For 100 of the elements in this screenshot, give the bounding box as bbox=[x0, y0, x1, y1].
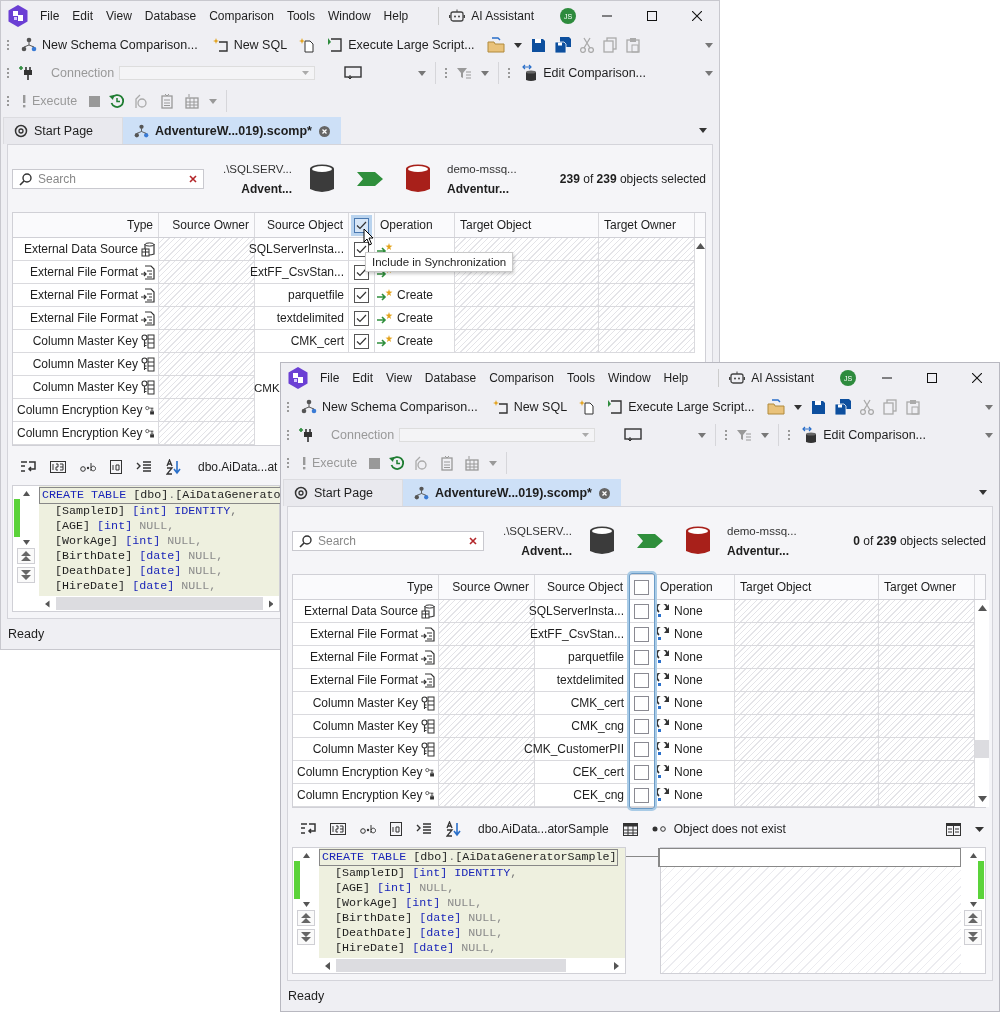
scroll-down-icon[interactable] bbox=[977, 796, 987, 803]
column-header[interactable]: Type bbox=[293, 575, 439, 600]
vertical-scrollbar[interactable] bbox=[975, 600, 989, 808]
menu-item[interactable]: Window bbox=[327, 9, 371, 23]
include-checkbox[interactable] bbox=[354, 310, 369, 326]
document-list-icon[interactable] bbox=[159, 93, 176, 109]
plug-icon[interactable] bbox=[18, 65, 34, 81]
whitespace-icon[interactable] bbox=[360, 823, 376, 836]
menu-item[interactable]: Window bbox=[607, 371, 651, 385]
search-box[interactable]: Search bbox=[12, 169, 204, 190]
menu-item[interactable]: Tools bbox=[286, 9, 315, 23]
select-all-checkbox[interactable] bbox=[354, 217, 369, 233]
search-field[interactable]: Search bbox=[318, 534, 463, 549]
menu-item[interactable]: Tools bbox=[566, 371, 595, 385]
column-header[interactable]: Target Object bbox=[455, 213, 599, 238]
column-header[interactable]: Type bbox=[13, 213, 159, 238]
toolbar-grip[interactable] bbox=[788, 429, 791, 441]
scroll-thumb[interactable] bbox=[55, 597, 263, 610]
scroll-thumb[interactable] bbox=[336, 959, 566, 972]
overflow-caret-icon[interactable] bbox=[705, 42, 713, 48]
filter-icon[interactable] bbox=[736, 428, 753, 442]
source-code-pane[interactable]: CREATE TABLE [dbo].[AiDataGenerato [SampleID] [int] IDENTITY, [AGE] [int] NULL, [WorkAge] [int] NULL, [BirthDate] [date] NULL, [DeathDate] [date] NULL, [HireDate] [date] NULL, bbox=[12, 485, 280, 612]
scroll-left-icon[interactable] bbox=[45, 599, 50, 608]
next-difference-icon[interactable] bbox=[964, 929, 982, 945]
column-header[interactable]: Target Owner bbox=[879, 575, 975, 600]
indent-icon[interactable] bbox=[416, 822, 432, 837]
include-checkbox[interactable] bbox=[354, 333, 369, 349]
menu-item[interactable]: Database bbox=[144, 9, 197, 23]
scroll-up-icon[interactable] bbox=[302, 853, 310, 858]
new-sql-button[interactable]: New SQL bbox=[209, 35, 291, 55]
column-header[interactable]: Source Object bbox=[255, 213, 349, 238]
stop-icon[interactable] bbox=[89, 95, 101, 107]
stop-icon[interactable] bbox=[369, 457, 381, 469]
clear-icon[interactable] bbox=[189, 175, 197, 184]
column-header[interactable]: Operation bbox=[375, 213, 455, 238]
column-header[interactable]: Operation bbox=[655, 575, 735, 600]
sort-icon[interactable] bbox=[166, 459, 182, 476]
toolbar-grip[interactable] bbox=[508, 67, 511, 79]
ai-assistant-button[interactable]: AI Assistant bbox=[727, 369, 816, 387]
new-sql-button[interactable]: New SQL bbox=[489, 397, 571, 417]
menu-item[interactable]: Edit bbox=[72, 9, 94, 23]
source-code-pane[interactable]: CREATE TABLE [dbo].[AiDataGeneratorSample] [SampleID] [int] IDENTITY, [AGE] [int] NULL, [WorkAge] [int] NULL, [BirthDate] [date] NULL, [DeathDate] [date] NULL, [HireDate] [date] NULL, bbox=[292, 847, 626, 974]
scroll-down-icon[interactable] bbox=[969, 902, 977, 907]
tab-list-caret-icon[interactable] bbox=[979, 490, 987, 495]
close-tab-icon[interactable] bbox=[599, 487, 610, 499]
document-tab[interactable]: AdventureW...019).scomp* bbox=[123, 117, 341, 144]
save-icon[interactable] bbox=[810, 399, 826, 415]
ai-assistant-button[interactable]: AI Assistant bbox=[447, 7, 536, 25]
new-schema-comparison-button[interactable]: New Schema Comparison... bbox=[18, 35, 201, 55]
scroll-up-icon[interactable] bbox=[22, 491, 30, 496]
scroll-right-icon[interactable] bbox=[268, 599, 273, 608]
document-tab[interactable]: Start Page bbox=[3, 117, 123, 144]
menu-item[interactable]: Help bbox=[663, 371, 689, 385]
edit-comparison-button[interactable]: Edit Comparison... bbox=[799, 424, 930, 446]
whitespace-icon[interactable] bbox=[80, 461, 96, 474]
include-checkbox[interactable] bbox=[634, 695, 649, 711]
include-checkbox[interactable] bbox=[634, 649, 649, 665]
save-all-icon[interactable] bbox=[834, 399, 851, 415]
plug-icon[interactable] bbox=[298, 427, 314, 443]
column-header[interactable]: Source Owner bbox=[439, 575, 535, 600]
scroll-up-icon[interactable] bbox=[977, 605, 987, 612]
menu-item[interactable]: View bbox=[386, 371, 412, 385]
numbers-icon[interactable] bbox=[330, 823, 346, 836]
sort-icon[interactable] bbox=[446, 821, 462, 838]
scroll-down-icon[interactable] bbox=[22, 540, 30, 545]
search-box[interactable]: Search bbox=[292, 531, 484, 552]
column-header[interactable]: Source Object bbox=[535, 575, 629, 600]
menu-item[interactable]: File bbox=[40, 9, 60, 23]
indent-icon[interactable] bbox=[136, 460, 152, 475]
new-schema-comparison-button[interactable]: New Schema Comparison... bbox=[298, 397, 481, 417]
scroll-right-icon[interactable] bbox=[614, 961, 619, 970]
refresh-icon[interactable] bbox=[109, 93, 126, 109]
menu-item[interactable]: Help bbox=[383, 9, 409, 23]
previous-difference-icon[interactable] bbox=[297, 910, 315, 926]
include-checkbox[interactable] bbox=[634, 787, 649, 803]
include-checkbox[interactable] bbox=[634, 764, 649, 780]
include-checkbox[interactable] bbox=[634, 626, 649, 642]
open-folder-icon[interactable] bbox=[486, 37, 505, 53]
close-tab-icon[interactable] bbox=[319, 125, 330, 137]
open-folder-icon[interactable] bbox=[766, 399, 785, 415]
caret-icon[interactable] bbox=[793, 404, 802, 410]
select-all-checkbox[interactable] bbox=[634, 579, 649, 595]
column-header[interactable]: Target Object bbox=[735, 575, 879, 600]
caret-icon[interactable] bbox=[513, 42, 522, 48]
binary-icon[interactable] bbox=[110, 460, 122, 475]
save-icon[interactable] bbox=[530, 37, 546, 53]
next-difference-icon[interactable] bbox=[297, 929, 315, 945]
word-wrap-icon[interactable] bbox=[20, 460, 36, 475]
new-document-icon[interactable] bbox=[579, 399, 596, 415]
document-tab[interactable]: Start Page bbox=[283, 479, 403, 506]
refresh-icon[interactable] bbox=[389, 455, 406, 471]
include-checkbox[interactable] bbox=[634, 718, 649, 734]
table-icon[interactable] bbox=[622, 822, 638, 836]
scroll-down-icon[interactable] bbox=[302, 902, 310, 907]
previous-difference-icon[interactable] bbox=[964, 910, 982, 926]
toolbar-grip[interactable] bbox=[445, 67, 448, 79]
column-header[interactable]: Target Owner bbox=[599, 213, 695, 238]
scroll-up-icon[interactable] bbox=[695, 243, 705, 250]
execute-large-script-button[interactable]: Execute Large Script... bbox=[324, 35, 478, 55]
scroll-up-icon[interactable] bbox=[969, 853, 977, 858]
